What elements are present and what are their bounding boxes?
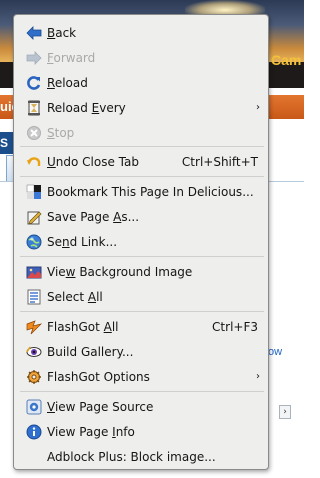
menu-item-flashgot-options[interactable]: FlashGot Options ›: [14, 365, 268, 389]
gallery-eye-icon: [26, 344, 42, 360]
menu-item-flashgot-all[interactable]: FlashGot All Ctrl+F3: [14, 315, 268, 339]
menu-item-label: Undo Close Tab: [47, 155, 139, 169]
menu-item-label: Build Gallery...: [47, 345, 134, 359]
context-menu: Back Forward Reload Reload Every › Stop: [13, 14, 269, 470]
banner-title-text: Cam: [271, 52, 302, 68]
menu-item-view-page-info[interactable]: View Page Info: [14, 420, 268, 444]
menu-item-label: Reload Every: [47, 101, 126, 115]
menu-item-label: FlashGot Options: [47, 370, 150, 384]
forward-arrow-icon: [26, 50, 42, 66]
menu-item-label: View Background Image: [47, 265, 193, 279]
image-icon: [26, 264, 42, 280]
menu-item-label: Select All: [47, 290, 103, 304]
menu-item-label: Bookmark This Page In Delicious...: [47, 185, 254, 199]
reload-every-icon: [26, 100, 42, 116]
back-arrow-icon: [26, 25, 42, 41]
menu-item-back[interactable]: Back: [14, 21, 268, 45]
carousel-next-button[interactable]: ›: [279, 405, 291, 419]
menu-item-label: View Page Source: [47, 400, 154, 414]
page-link[interactable]: ow: [268, 346, 282, 358]
menu-item-view-background-image[interactable]: View Background Image: [14, 260, 268, 284]
menu-separator: [20, 391, 264, 392]
menu-item-label: Back: [47, 26, 77, 40]
menu-item-label: Stop: [47, 126, 75, 140]
submenu-arrow-icon: ›: [256, 371, 260, 382]
menu-item-label: Forward: [47, 51, 96, 65]
menu-item-view-page-source[interactable]: View Page Source: [14, 395, 268, 419]
menu-separator: [20, 146, 264, 147]
menu-item-select-all[interactable]: Select All: [14, 285, 268, 309]
flashgot-options-icon: [26, 369, 42, 385]
menu-item-reload[interactable]: Reload: [14, 71, 268, 95]
menu-item-label: FlashGot All: [47, 320, 119, 334]
reload-icon: [26, 75, 42, 91]
undo-icon: [26, 154, 42, 170]
menu-item-shortcut: Ctrl+Shift+T: [181, 155, 258, 169]
flashgot-icon: [26, 319, 42, 335]
page-source-icon: [26, 399, 42, 415]
menu-separator: [20, 176, 264, 177]
menu-item-label: Reload: [47, 76, 88, 90]
menu-item-stop[interactable]: Stop: [14, 121, 268, 145]
menu-item-reload-every[interactable]: Reload Every ›: [14, 96, 268, 120]
menu-separator: [20, 311, 264, 312]
menu-item-save-page-as[interactable]: Save Page As...: [14, 205, 268, 229]
menu-item-bookmark-delicious[interactable]: Bookmark This Page In Delicious...: [14, 180, 268, 204]
menu-item-shortcut: Ctrl+F3: [212, 320, 258, 334]
select-all-icon: [26, 289, 42, 305]
submenu-arrow-icon: ›: [256, 102, 260, 113]
menu-separator: [20, 256, 264, 257]
menu-item-send-link[interactable]: Send Link...: [14, 230, 268, 254]
menu-item-label: Adblock Plus: Block image...: [47, 450, 216, 464]
menu-item-adblock-block-image[interactable]: Adblock Plus: Block image...: [14, 445, 268, 469]
menu-item-undo-close-tab[interactable]: Undo Close Tab Ctrl+Shift+T: [14, 150, 268, 174]
menu-item-label: Save Page As...: [47, 210, 140, 224]
globe-icon: [26, 234, 42, 250]
menu-item-label: View Page Info: [47, 425, 135, 439]
delicious-icon: [26, 184, 42, 200]
menu-item-label: Send Link...: [47, 235, 118, 249]
stop-icon: [26, 125, 42, 141]
info-icon: [26, 424, 42, 440]
site-logo-fragment: S: [0, 132, 14, 154]
menu-item-build-gallery[interactable]: Build Gallery...: [14, 340, 268, 364]
save-icon: [26, 209, 42, 225]
menu-item-forward[interactable]: Forward: [14, 46, 268, 70]
